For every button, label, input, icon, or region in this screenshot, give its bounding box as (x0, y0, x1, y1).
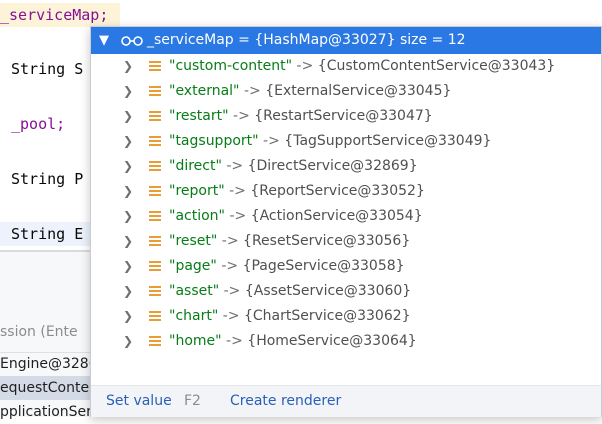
field-icon (149, 311, 161, 322)
entry-key: "asset" (169, 283, 220, 299)
entry-value: {PageService@33058} (242, 258, 405, 274)
entry-arrow: -> (263, 133, 280, 149)
field-icon (149, 286, 161, 297)
entry-arrow: -> (229, 183, 246, 199)
code-line[interactable]: String P (11, 167, 83, 191)
code-text: String P (11, 170, 84, 188)
entry-arrow: -> (296, 58, 314, 74)
set-value-link[interactable]: Set value (106, 386, 172, 417)
code-line[interactable]: _pool; (11, 112, 65, 136)
code-text: _pool; (11, 115, 66, 133)
entry-value: {ExternalService@33045} (265, 83, 452, 99)
entry-key: "external" (169, 83, 240, 99)
entry-key: "restart" (169, 108, 229, 124)
code-text: String E (11, 225, 84, 243)
entry-value: {AssetService@33060} (244, 283, 412, 299)
entry-key: "tagsupport" (169, 133, 259, 149)
entry-arrow: -> (221, 258, 239, 274)
code-text: String S (11, 60, 84, 78)
frame-row[interactable]: Engine@3286 (0, 352, 98, 376)
expression-placeholder: ssion (Ente (0, 324, 78, 340)
popup-header[interactable]: ▼ _serviceMap = {HashMap@33027} size = 1… (91, 27, 601, 54)
variable-title: _serviceMap = {HashMap@33027} size = 12 (147, 32, 466, 48)
chevron-right-icon[interactable]: ❯ (123, 54, 133, 79)
frame-row[interactable]: pplicationSer (0, 400, 92, 424)
entry-value: {TagSupportService@33049} (284, 133, 492, 149)
chevron-right-icon[interactable]: ❯ (123, 254, 133, 279)
entry-key: "home" (169, 333, 222, 349)
entry-arrow: -> (243, 83, 261, 99)
entry-value: {RestartService@33047} (254, 108, 433, 124)
chevron-right-icon[interactable]: ❯ (123, 129, 133, 154)
entry-arrow: -> (233, 108, 250, 124)
field-icon (149, 161, 161, 172)
chevron-right-icon[interactable]: ❯ (123, 204, 133, 229)
map-entry-row[interactable]: ❯ "report" -> {ReportService@33052} (91, 179, 601, 204)
frame-label: pplicationSer (0, 404, 92, 420)
entry-key: "reset" (169, 233, 218, 249)
entry-arrow: -> (226, 158, 244, 174)
map-entry-row[interactable]: ❯ "home" -> {HomeService@33064} (91, 329, 601, 354)
code-line[interactable]: _serviceMap; (0, 3, 120, 27)
map-entry-row[interactable]: ❯ "custom-content" -> {CustomContentServ… (91, 54, 601, 79)
entry-value: {CustomContentService@33043} (317, 58, 556, 74)
entry-value: {HomeService@33064} (247, 333, 417, 349)
glasses-icon (121, 36, 143, 46)
map-entry-row[interactable]: ❯ "page" -> {PageService@33058} (91, 254, 601, 279)
map-entry-row[interactable]: ❯ "action" -> {ActionService@33054} (91, 204, 601, 229)
entry-value: {ActionService@33054} (250, 208, 423, 224)
chevron-right-icon[interactable]: ❯ (123, 179, 133, 204)
set-value-shortcut: F2 (184, 393, 201, 409)
field-icon (149, 211, 161, 222)
chevron-down-icon[interactable]: ▼ (99, 27, 109, 54)
field-icon (149, 236, 161, 247)
field-icon (149, 111, 161, 122)
field-icon (149, 336, 161, 347)
map-entry-row[interactable]: ❯ "tagsupport" -> {TagSupportService@330… (91, 129, 601, 154)
frame-row[interactable]: equestConte (0, 376, 100, 400)
chevron-right-icon[interactable]: ❯ (123, 104, 133, 129)
popup-footer: Set value F2 Create renderer (91, 385, 601, 417)
entry-key: "report" (169, 183, 225, 199)
entry-key: "custom-content" (169, 58, 293, 74)
chevron-right-icon[interactable]: ❯ (123, 229, 133, 254)
field-icon (149, 261, 161, 272)
entry-arrow: -> (221, 233, 239, 249)
map-entry-row[interactable]: ❯ "asset" -> {AssetService@33060} (91, 279, 601, 304)
chevron-right-icon[interactable]: ❯ (123, 154, 133, 179)
code-text: _serviceMap; (0, 6, 109, 24)
field-icon (149, 86, 161, 97)
entry-value: {ChartService@33062} (243, 308, 411, 324)
entry-key: "action" (169, 208, 225, 224)
map-entry-row[interactable]: ❯ "reset" -> {ResetService@33056} (91, 229, 601, 254)
code-line[interactable]: String S (11, 57, 83, 81)
field-icon (149, 186, 161, 197)
frame-label: equestConte (0, 380, 90, 396)
create-renderer-link[interactable]: Create renderer (230, 386, 341, 417)
entry-key: "direct" (169, 158, 222, 174)
frame-label: Engine@3286 (0, 356, 98, 372)
chevron-right-icon[interactable]: ❯ (123, 304, 133, 329)
entry-arrow: -> (229, 208, 247, 224)
variable-inspector-popup: ▼ _serviceMap = {HashMap@33027} size = 1… (90, 26, 602, 417)
map-entry-row[interactable]: ❯ "chart" -> {ChartService@33062} (91, 304, 601, 329)
map-entry-row[interactable]: ❯ "direct" -> {DirectService@32869} (91, 154, 601, 179)
code-line[interactable]: String E (0, 222, 90, 246)
entry-key: "page" (169, 258, 217, 274)
map-entry-row[interactable]: ❯ "external" -> {ExternalService@33045} (91, 79, 601, 104)
entry-arrow: -> (223, 283, 241, 299)
chevron-right-icon[interactable]: ❯ (123, 329, 133, 354)
entry-arrow: -> (222, 308, 240, 324)
chevron-right-icon[interactable]: ❯ (123, 79, 133, 104)
field-icon (149, 136, 161, 147)
chevron-right-icon[interactable]: ❯ (123, 279, 133, 304)
entry-value: {ReportService@33052} (250, 183, 425, 199)
entry-key: "chart" (169, 308, 219, 324)
entry-arrow: -> (226, 333, 243, 349)
entry-value: {DirectService@32869} (247, 158, 418, 174)
map-entry-row[interactable]: ❯ "restart" -> {RestartService@33047} (91, 104, 601, 129)
entry-value: {ResetService@33056} (243, 233, 411, 249)
field-icon (149, 61, 161, 72)
